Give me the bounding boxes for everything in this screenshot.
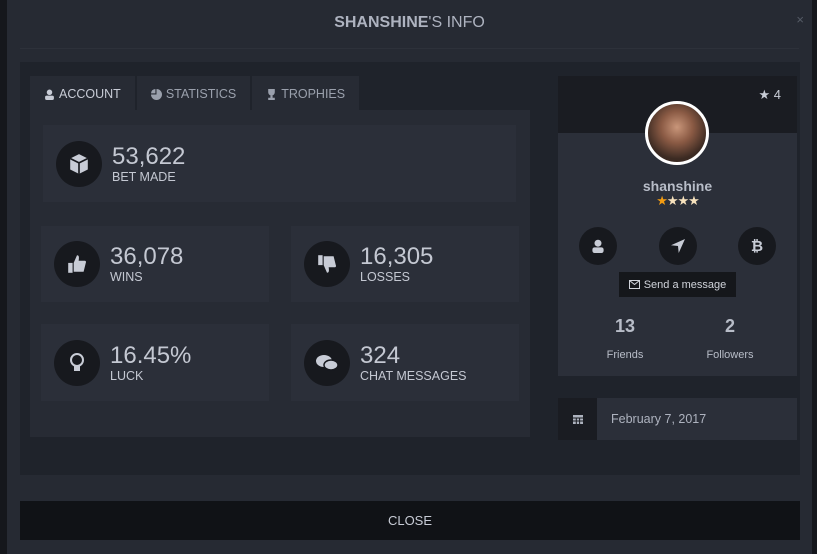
avatar: [645, 101, 709, 165]
stat-value: 16,305: [360, 243, 434, 270]
user-icon: [45, 89, 54, 100]
lightbulb-icon: [70, 352, 84, 371]
stat-losses: 16,305 LOSSES: [291, 226, 519, 302]
send-message-button[interactable]: Send a message: [619, 272, 736, 297]
stat-value: 16.45%: [110, 341, 192, 369]
calendar-icon: [572, 415, 583, 424]
modal-body: ACCOUNT STATISTICS TROPHIES 53,622 BET MA…: [20, 62, 800, 475]
tip-bitcoin-button[interactable]: ₿: [738, 227, 776, 265]
thumbs-up-icon: [68, 255, 87, 273]
stat-label: BET MADE: [112, 169, 176, 184]
stat-label: WINS: [110, 270, 143, 284]
stat-bets: 53,622 BET MADE: [43, 125, 516, 202]
user-icon: [592, 239, 604, 253]
tab-account[interactable]: ACCOUNT: [30, 76, 135, 112]
tab-trophies[interactable]: TROPHIES: [252, 76, 360, 112]
thumbs-down-icon: [318, 255, 337, 273]
stat-value: 53,622: [112, 142, 186, 170]
button-label: Send a message: [643, 278, 727, 291]
modal-title: SHANSHINE'S INFO: [334, 14, 485, 31]
stat-label: CHAT MESSAGES: [360, 368, 467, 383]
close-button[interactable]: CLOSE: [20, 501, 800, 540]
star-icon: ★: [656, 193, 668, 208]
trophy-icon: [268, 88, 275, 100]
cube-icon: [69, 153, 89, 174]
user-stars: ★★★★: [558, 193, 797, 209]
rating: ★ 4: [758, 87, 781, 102]
location-button[interactable]: [659, 227, 697, 265]
stat-label: LOSSES: [360, 270, 411, 284]
bitcoin-icon: ₿: [750, 237, 764, 255]
stat-chat: 324 CHAT MESSAGES: [291, 324, 519, 401]
close-icon[interactable]: ×: [796, 12, 804, 27]
star-icon: ★★★: [666, 193, 700, 208]
stat-luck: 16.45% LUCK: [41, 324, 269, 401]
tab-label: ACCOUNT: [59, 87, 121, 101]
join-date: February 7, 2017: [558, 398, 797, 440]
pie-chart-icon: [150, 88, 162, 100]
profile-button[interactable]: [579, 227, 617, 265]
join-date-value: February 7, 2017: [597, 398, 797, 440]
tab-bar: ACCOUNT STATISTICS TROPHIES: [30, 76, 361, 112]
account-panel: 53,622 BET MADE 36,078 WINS 16,305 LOSSES 1…: [30, 110, 530, 437]
tab-statistics[interactable]: STATISTICS: [136, 76, 251, 112]
stat-value: 36,078: [110, 243, 184, 270]
user-info-modal: SHANSHINE'S INFO × ACCOUNT STATISTICS TR…: [7, 0, 812, 554]
tab-label: STATISTICS: [165, 87, 237, 101]
divider: [20, 48, 799, 49]
friends-count[interactable]: 13 Friends: [575, 316, 675, 361]
tab-label: TROPHIES: [281, 87, 346, 101]
profile-card: ★ 4 shanshine ★★★★ ₿ Send a message 13 Fr…: [558, 76, 797, 376]
stat-label: LUCK: [110, 368, 144, 383]
stat-value: 324: [360, 341, 401, 369]
comments-icon: [316, 354, 339, 371]
star-icon: ★: [758, 87, 771, 102]
envelope-icon: [628, 280, 640, 289]
followers-count[interactable]: 2 Followers: [680, 316, 780, 361]
location-arrow-icon: [671, 239, 685, 253]
username: shanshine: [642, 178, 713, 194]
stat-wins: 36,078 WINS: [41, 226, 269, 302]
